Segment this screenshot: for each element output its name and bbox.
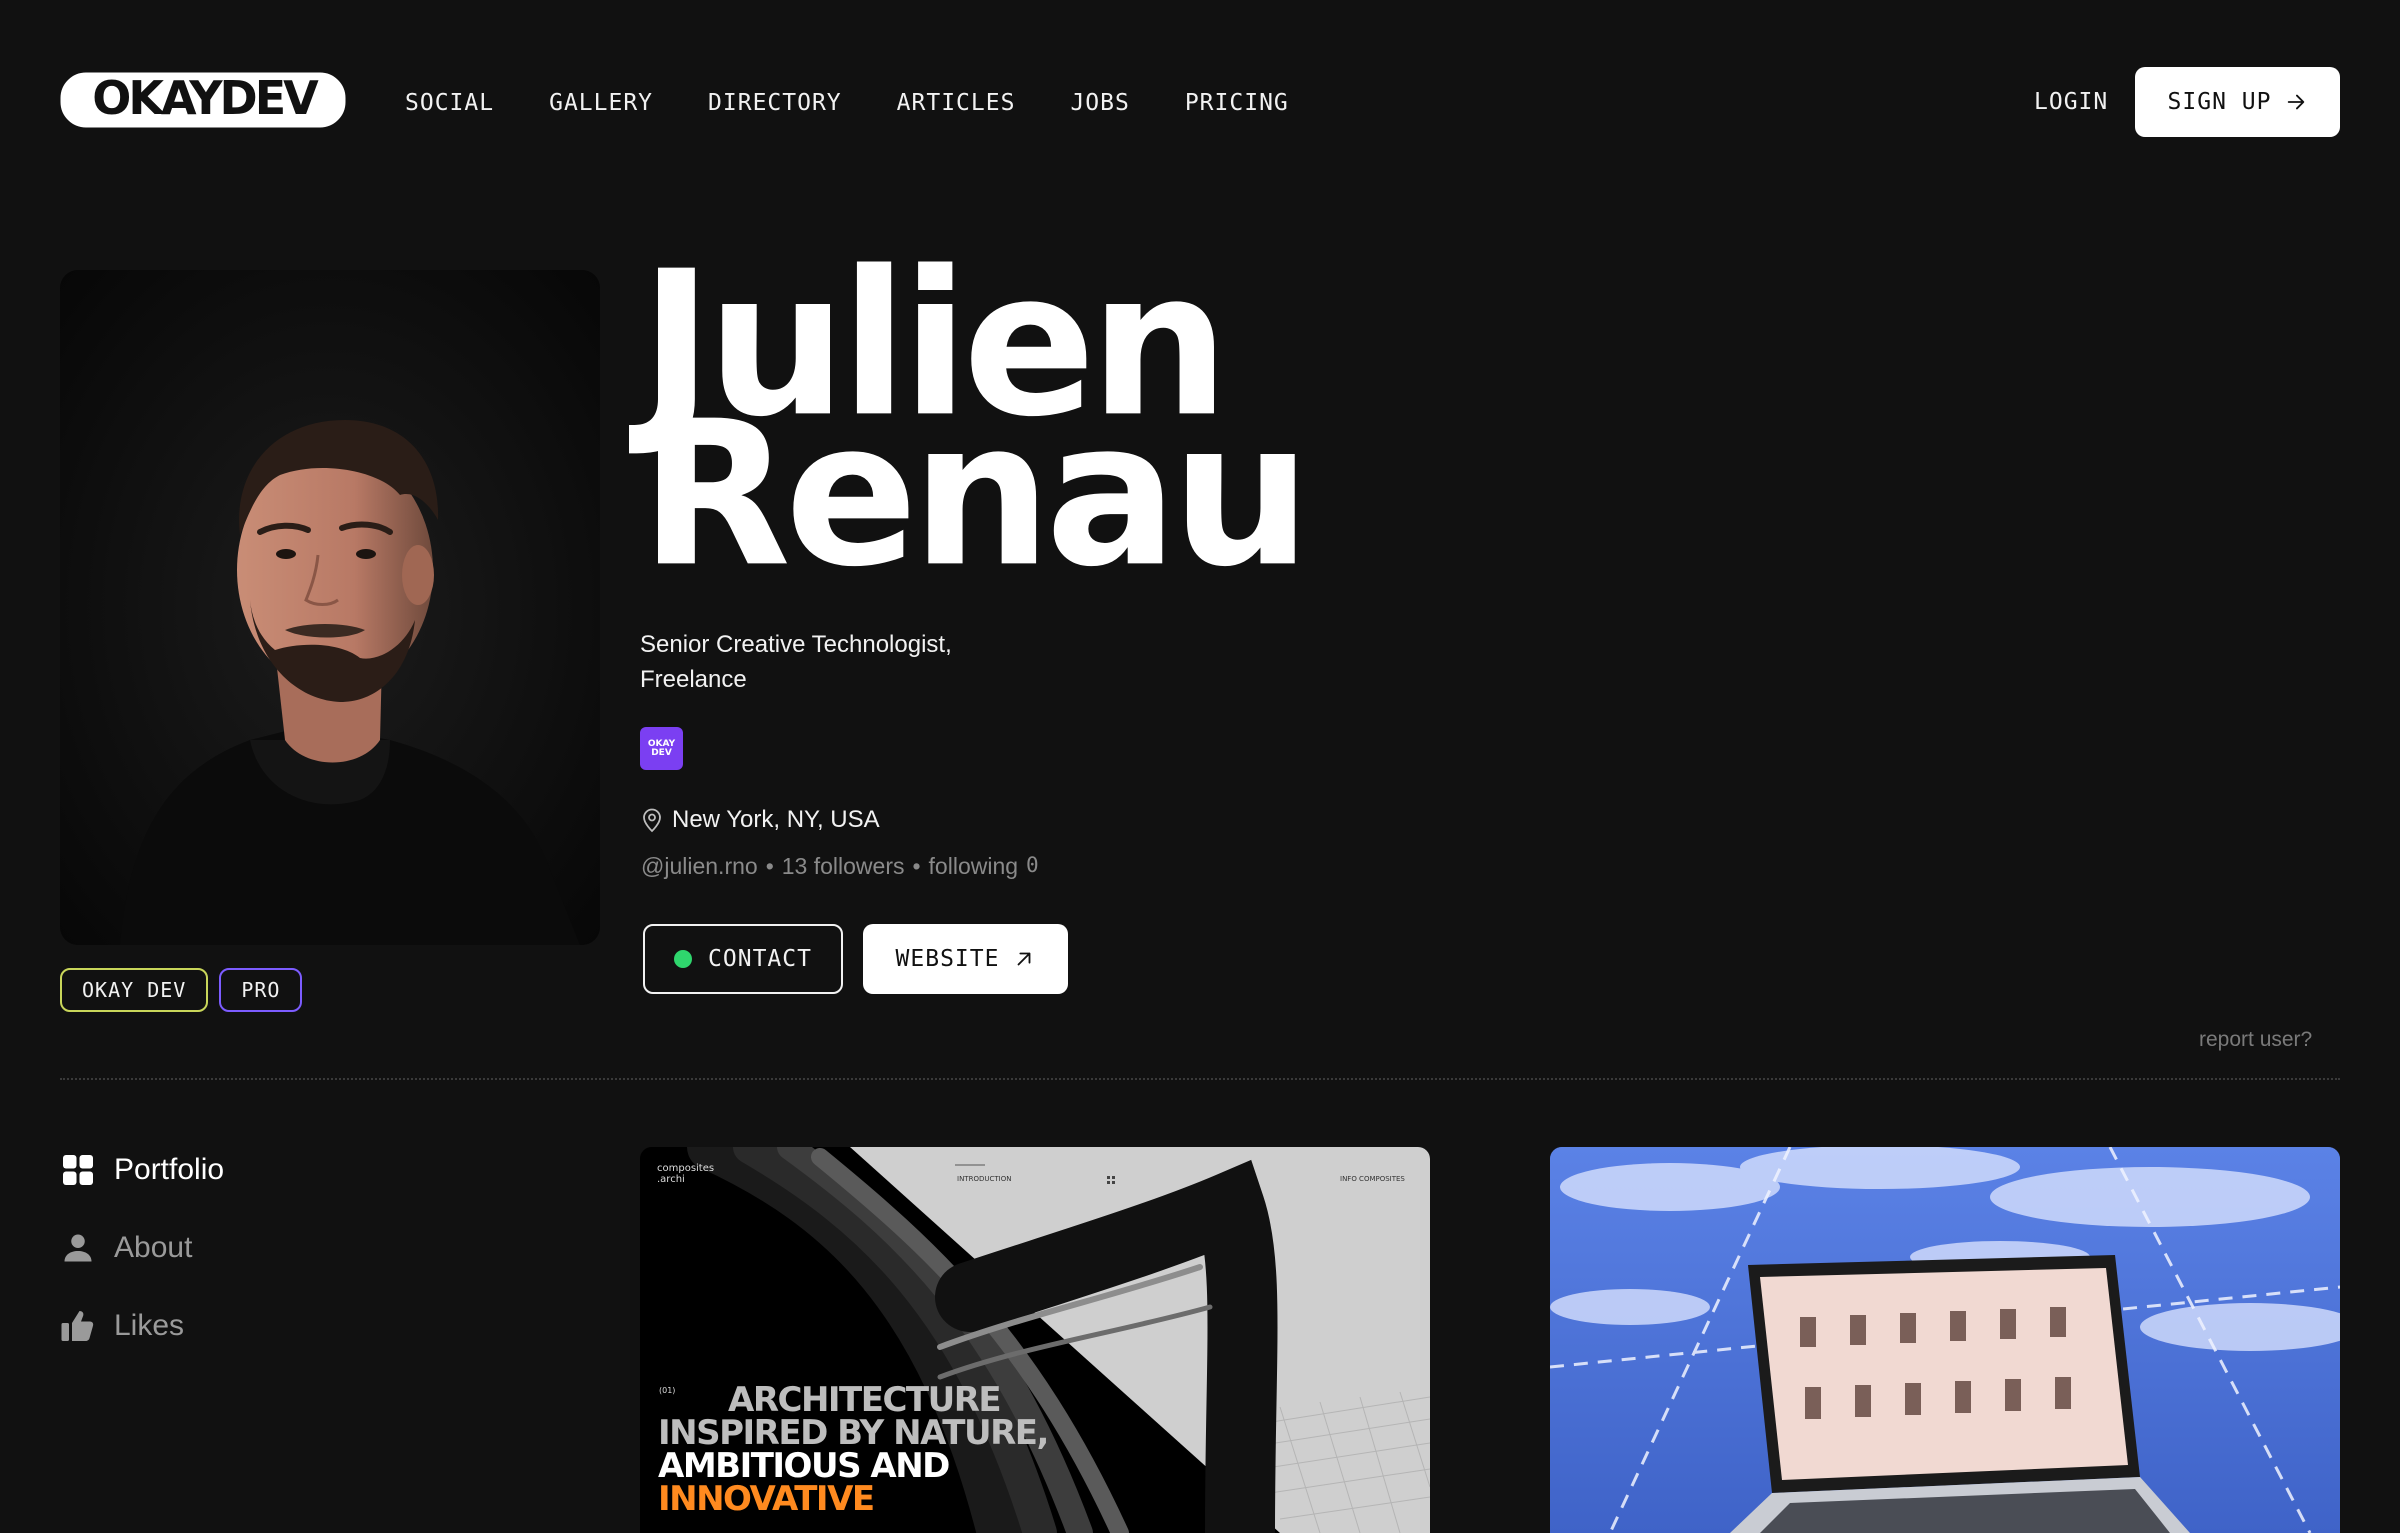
stats-separator: • <box>765 853 774 879</box>
followers-count[interactable]: 13 followers <box>782 853 905 880</box>
card1-brand: composites .archi <box>657 1163 714 1185</box>
site-header: OKAYDEV SOCIAL GALLERY DIRECTORY ARTICLE… <box>0 0 2400 205</box>
user-icon <box>64 1234 92 1262</box>
card1-brand-line1: composites <box>657 1163 715 1174</box>
map-pin-icon <box>643 808 661 833</box>
badge-pro: PRO <box>219 968 303 1012</box>
grid-icon <box>63 1155 93 1185</box>
website-button[interactable]: WEBSITE <box>863 924 1068 994</box>
signup-button[interactable]: SIGN UP <box>2135 67 2340 137</box>
badge-okay-dev: OKAY DEV <box>60 968 209 1012</box>
card1-headline-line4: INNOVATIVE <box>658 1479 875 1519</box>
okaydev-logo-mark: OKAYDEV <box>60 71 346 128</box>
tab-portfolio-label: Portfolio <box>114 1153 225 1186</box>
stats-separator: • <box>912 853 921 879</box>
profile-location: New York, NY, USA <box>640 806 880 834</box>
portfolio-card-composites[interactable]: composites .archi INTRODUCTION INFO COMP… <box>640 1147 1430 1533</box>
nav-directory[interactable]: DIRECTORY <box>708 84 842 122</box>
okaydev-logo[interactable]: OKAYDEV <box>60 66 348 130</box>
profile-title-line1: Senior Creative Technologist, <box>640 631 952 658</box>
nav-gallery[interactable]: GALLERY <box>549 84 653 122</box>
arrow-up-right-icon <box>1018 952 1031 966</box>
website-label: WEBSITE <box>895 946 1000 972</box>
profile-tabs: Portfolio About Likes <box>60 1148 224 1382</box>
profile-portrait-illustration <box>60 270 600 945</box>
nav-jobs[interactable]: JOBS <box>1070 84 1129 122</box>
org-logo-text: OKAY DEV <box>647 738 676 758</box>
nav-articles[interactable]: ARTICLES <box>897 84 1016 122</box>
tab-about-label: About <box>114 1231 193 1264</box>
profile-photo <box>60 270 600 945</box>
nav-social[interactable]: SOCIAL <box>405 84 494 122</box>
following-label[interactable]: following <box>929 853 1019 880</box>
online-status-dot <box>674 950 693 968</box>
tab-portfolio[interactable]: Portfolio <box>60 1148 224 1192</box>
card1-headline: ARCHITECTURE INSPIRED BY NATURE, AMBITIO… <box>658 1383 1049 1519</box>
profile-last-name: Renau <box>640 378 1311 612</box>
profile-title-line2: Freelance <box>640 666 747 693</box>
tab-likes[interactable]: Likes <box>60 1304 224 1348</box>
tab-likes-label: Likes <box>114 1309 185 1342</box>
contact-label: CONTACT <box>708 946 812 972</box>
org-logo[interactable]: OKAY DEV <box>640 727 683 770</box>
main-nav: SOCIAL GALLERY DIRECTORY ARTICLES JOBS P… <box>405 84 1344 122</box>
following-count: 0 <box>1026 853 1039 877</box>
report-user-link[interactable]: report user? <box>2199 1028 2312 1052</box>
thumbs-up-icon <box>61 1311 94 1341</box>
arrow-right-icon <box>2288 94 2305 110</box>
profile-title: Senior Creative Technologist, Freelance <box>640 627 1040 697</box>
portfolio-card-laptop[interactable] <box>1550 1147 2340 1533</box>
profile-badges: OKAY DEV PRO <box>60 968 303 1012</box>
section-divider <box>60 1078 2340 1080</box>
profile-handle: @julien.rno <box>641 853 758 879</box>
login-link[interactable]: LOGIN <box>2034 83 2108 121</box>
logo-text: OKAYDEV <box>92 71 319 125</box>
profile-name: Julien Renau <box>640 245 1340 612</box>
profile-stats: @julien.rno • 13 followers • following 0 <box>641 853 1039 880</box>
tab-about[interactable]: About <box>60 1226 224 1270</box>
location-text: New York, NY, USA <box>672 806 880 833</box>
portfolio-preview-laptop <box>1550 1147 2340 1533</box>
signup-label: SIGN UP <box>2167 89 2272 115</box>
card1-nav-intro: INTRODUCTION <box>957 1175 1012 1183</box>
card1-brand-line2: .archi <box>657 1174 685 1185</box>
contact-button[interactable]: CONTACT <box>643 924 843 994</box>
card1-nav-right: INFO COMPOSITES <box>1340 1175 1405 1183</box>
nav-pricing[interactable]: PRICING <box>1185 84 1289 122</box>
